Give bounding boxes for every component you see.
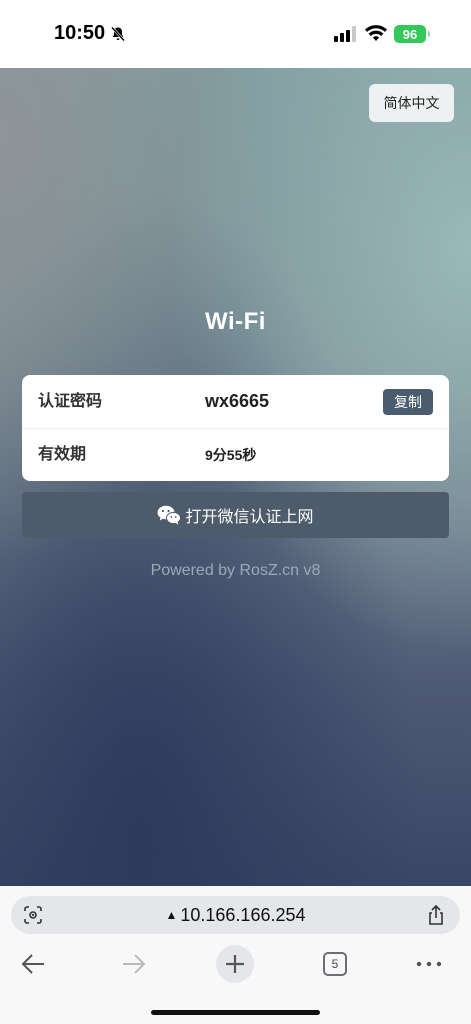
tabs-button[interactable]: 5 xyxy=(323,952,347,976)
url-text: 10.166.166.254 xyxy=(180,905,306,925)
status-time: 10:50 xyxy=(54,22,106,44)
home-indicator xyxy=(151,1010,320,1015)
page-title: Wi-Fi xyxy=(205,308,266,335)
wifi-icon xyxy=(365,25,387,41)
password-label: 认证密码 xyxy=(38,393,103,410)
open-wechat-label: 打开微信认证上网 xyxy=(185,509,314,526)
tab-count: 5 xyxy=(331,957,339,971)
browser-toolbar: ▲ 10.166.166.254 5 xyxy=(0,886,471,1024)
battery-level: 96 xyxy=(402,26,418,42)
battery-icon: 96 xyxy=(394,25,430,43)
bell-slash-icon xyxy=(111,26,125,42)
url-display: ▲ 10.166.166.254 xyxy=(11,896,460,936)
validity-row: 有效期 9分55秒 xyxy=(22,429,449,481)
wechat-icon xyxy=(157,505,182,525)
powered-by-text: Powered by RosZ.cn v8 xyxy=(150,562,321,579)
back-arrow-icon[interactable] xyxy=(20,952,46,976)
open-wechat-button[interactable]: 打开微信认证上网 xyxy=(22,492,449,538)
browser-nav-row: 5 xyxy=(0,944,471,984)
share-icon[interactable] xyxy=(426,904,446,926)
forward-arrow-icon[interactable] xyxy=(121,952,147,976)
status-bar: 10:50 96 xyxy=(0,0,471,68)
plus-icon xyxy=(226,955,244,973)
copy-button[interactable]: 复制 xyxy=(383,389,433,415)
not-secure-warning-icon: ▲ xyxy=(165,908,178,922)
password-row: 认证密码 wx6665 复制 xyxy=(22,375,449,429)
more-icon[interactable] xyxy=(415,954,443,974)
validity-value: 9分55秒 xyxy=(205,447,257,463)
new-tab-button[interactable] xyxy=(216,945,254,983)
portal-page: 简体中文 Wi-Fi 认证密码 wx6665 复制 有效期 9分55秒 打开微信… xyxy=(0,68,471,886)
signal-icon xyxy=(334,26,356,42)
password-value: wx6665 xyxy=(205,391,270,411)
language-button[interactable]: 简体中文 xyxy=(369,84,454,122)
validity-label: 有效期 xyxy=(38,446,87,463)
info-card: 认证密码 wx6665 复制 有效期 9分55秒 xyxy=(22,375,449,481)
address-bar[interactable]: ▲ 10.166.166.254 xyxy=(11,896,460,934)
